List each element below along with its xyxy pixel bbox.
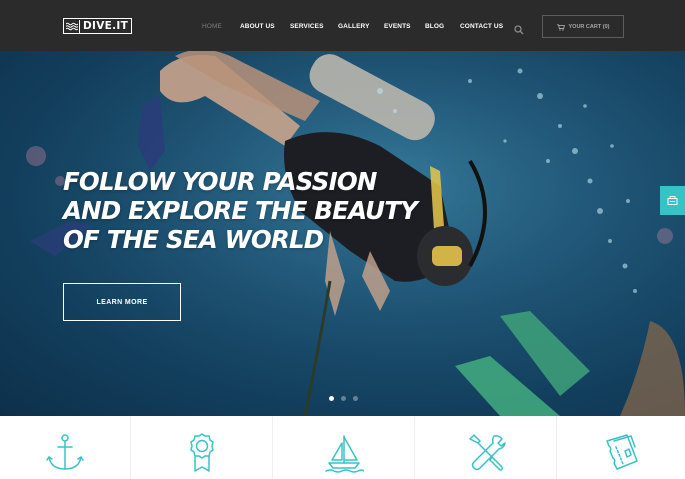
headline-line-3: OF THE SEA WORLD: [63, 225, 324, 254]
feature-icon-strip: [0, 416, 685, 479]
cart-button[interactable]: YOUR CART (0): [542, 15, 624, 38]
nav-item-services[interactable]: SERVICES: [290, 22, 324, 32]
nav-item-contact-us[interactable]: CONTACT US: [460, 22, 503, 32]
sailboat-icon: [324, 435, 364, 473]
side-shop-tab[interactable]: [660, 186, 685, 215]
feature-cell-tools[interactable]: [415, 416, 557, 479]
nav-item-gallery[interactable]: GALLERY: [338, 22, 370, 32]
cart-icon: [556, 18, 565, 36]
headline-line-1: FOLLOW YOUR PASSION: [63, 167, 377, 196]
award-ribbon-icon: [189, 433, 214, 472]
search-icon[interactable]: [514, 22, 524, 35]
nav-item-blog[interactable]: BLOG: [425, 22, 444, 32]
feature-cell-sailing[interactable]: [273, 416, 415, 479]
learn-more-button[interactable]: LEARN MORE: [63, 283, 181, 321]
nav-item-about-us[interactable]: ABOUT US: [240, 22, 275, 32]
slider-dot-2[interactable]: [341, 396, 346, 401]
anchor-icon: [46, 434, 84, 470]
feature-cell-tickets[interactable]: [557, 416, 685, 479]
slider-dot-3[interactable]: [353, 396, 358, 401]
feature-cell-award[interactable]: [131, 416, 273, 479]
top-navbar: DIVE.IT HOME ABOUT US SERVICES GALLERY E…: [0, 0, 685, 51]
hero-slider: FOLLOW YOUR PASSION AND EXPLORE THE BEAU…: [0, 51, 685, 416]
headline-line-2: AND EXPLORE THE BEAUTY: [63, 196, 418, 225]
tools-icon: [468, 434, 506, 471]
bag-icon: [667, 192, 678, 210]
slider-dots: [329, 396, 358, 401]
slider-dot-1[interactable]: [329, 396, 334, 401]
cart-label: YOUR CART (0): [568, 23, 610, 30]
tickets-icon: [606, 434, 638, 470]
nav-item-events[interactable]: EVENTS: [384, 22, 411, 32]
feature-cell-anchor[interactable]: [0, 416, 131, 479]
hero-headline: FOLLOW YOUR PASSION AND EXPLORE THE BEAU…: [63, 167, 443, 254]
nav-item-home[interactable]: HOME: [202, 22, 222, 32]
